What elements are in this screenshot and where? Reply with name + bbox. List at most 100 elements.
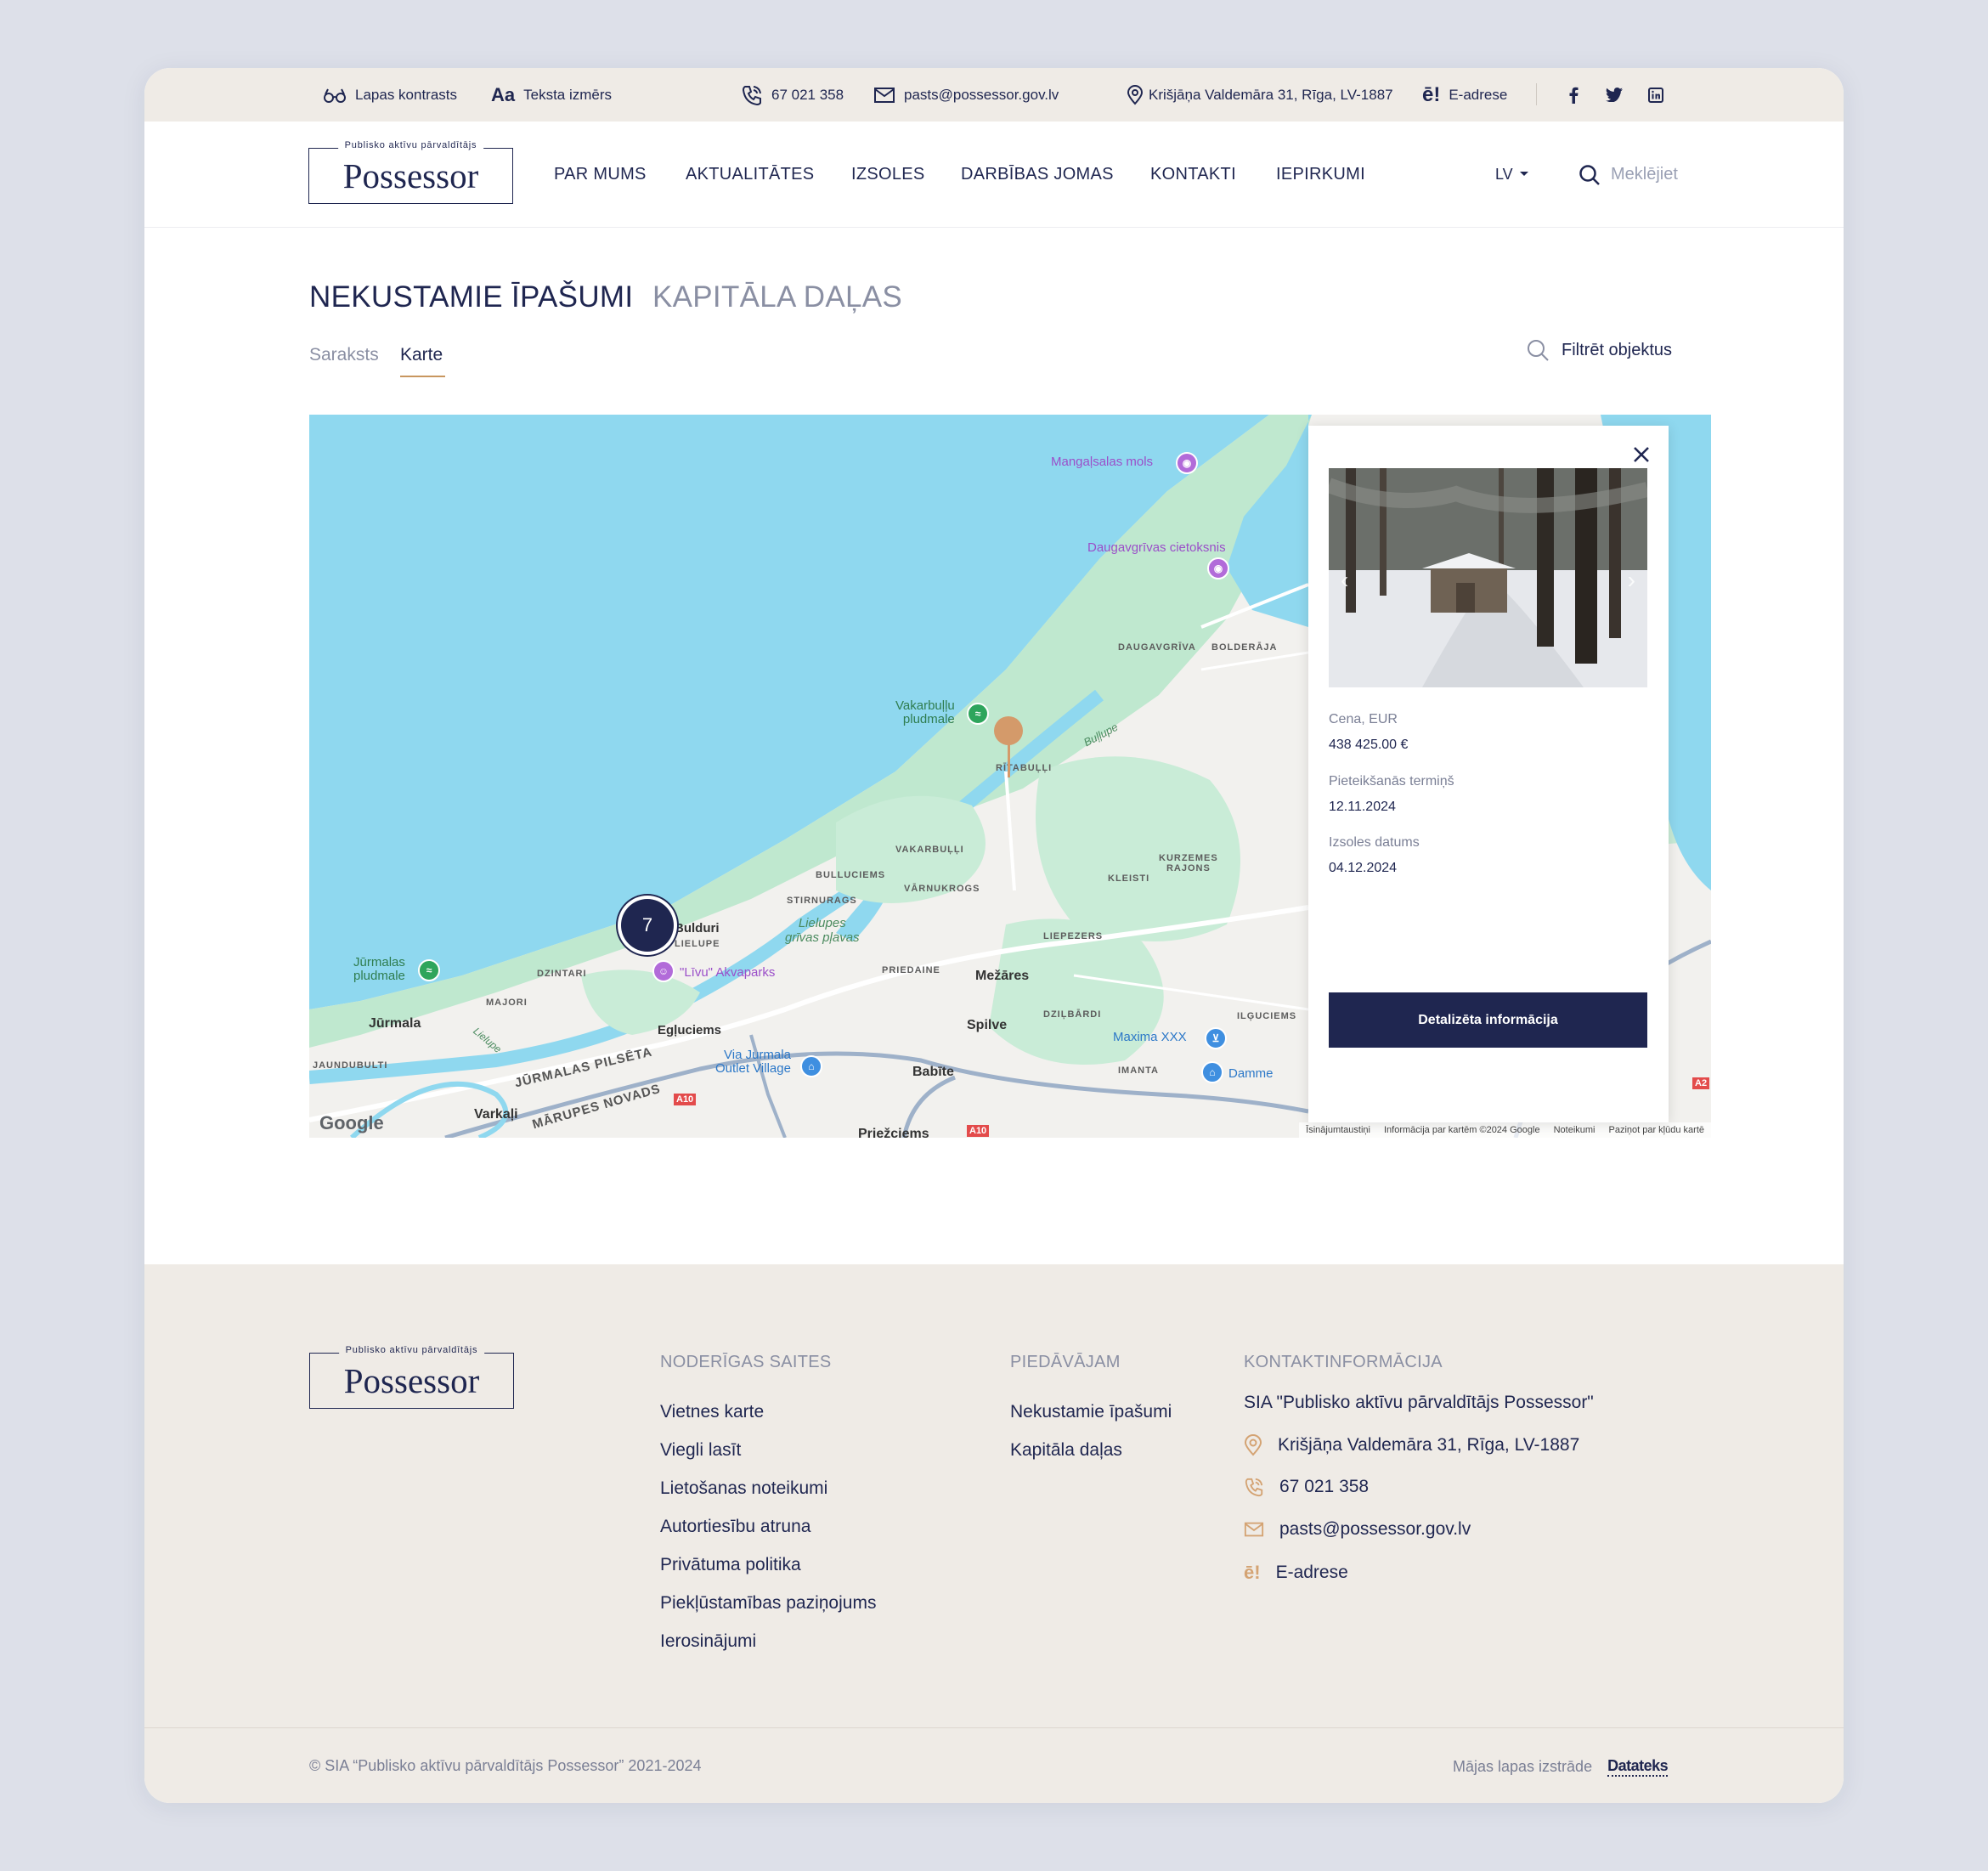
- text-size-toggle[interactable]: Aa Teksta izmērs: [491, 68, 612, 122]
- nav-par-mums[interactable]: PAR MUMS: [554, 122, 647, 228]
- footer-phone-text: 67 021 358: [1279, 1477, 1370, 1496]
- map-label-lielupe-area: LIELUPE: [675, 939, 720, 949]
- map-label-vakarbulli: VAKARBUĻĻI: [895, 845, 964, 855]
- footer-link-real-estate[interactable]: Nekustamie īpašumi: [1010, 1402, 1172, 1422]
- footer-logo[interactable]: Publisko aktīvu pārvaldītājs Possessor: [309, 1345, 514, 1409]
- chevron-right-icon[interactable]: ›: [1628, 567, 1635, 594]
- footer-link-sitemap[interactable]: Vietnes karte: [660, 1402, 764, 1422]
- map-label-priedaine: PRIEDAINE: [882, 965, 940, 975]
- location-pin-icon: [1244, 1434, 1262, 1456]
- map-label-varkali: Varkaļi: [474, 1107, 518, 1122]
- location-pin-icon: [1127, 84, 1144, 105]
- map-label-mangalsalas: Mangaļsalas mols: [1051, 455, 1154, 469]
- address-link[interactable]: Krišjāņa Valdemāra 31, Rīga, LV-1887: [1127, 68, 1393, 122]
- search-box[interactable]: Meklējiet: [1579, 122, 1678, 228]
- cart-poi-icon[interactable]: ⊻: [1205, 1027, 1227, 1049]
- language-label: LV: [1495, 166, 1513, 183]
- site-logo[interactable]: Publisko aktīvu pārvaldītājs Possessor: [308, 140, 513, 204]
- facebook-link[interactable]: [1568, 68, 1579, 122]
- facebook-icon: [1569, 87, 1579, 104]
- e-address-icon: ē!: [1244, 1562, 1261, 1583]
- shopping-poi-icon[interactable]: ⌂: [1201, 1061, 1223, 1083]
- map-label-daugavgriva: DAUGAVGRĪVA: [1118, 642, 1196, 653]
- footer-link-shares[interactable]: Kapitāla daļas: [1010, 1440, 1122, 1461]
- nav-kontakti[interactable]: KONTAKTI: [1150, 122, 1236, 228]
- useful-links-heading: NODERĪGAS SAITES: [660, 1353, 832, 1371]
- details-button[interactable]: Detalizēta informācija: [1329, 992, 1647, 1048]
- developer-link[interactable]: Datateks: [1607, 1757, 1669, 1777]
- linkedin-link[interactable]: [1648, 68, 1663, 122]
- water-park-poi-icon[interactable]: ☺: [652, 960, 675, 982]
- e-address-link[interactable]: ē! E-adrese: [1422, 68, 1507, 122]
- beach-poi-icon[interactable]: ≈: [418, 959, 440, 981]
- attribution-terms[interactable]: Noteikumi: [1554, 1125, 1595, 1135]
- map-label-majori: MAJORI: [486, 998, 528, 1008]
- map-label-bulluciems: BULLUCIEMS: [816, 870, 886, 880]
- address-text: Krišjāņa Valdemāra 31, Rīga, LV-1887: [1149, 86, 1393, 103]
- deadline-label: Pieteikšanās termiņš: [1329, 774, 1454, 789]
- nav-izsoles[interactable]: IZSOLES: [851, 122, 925, 228]
- property-cluster-marker[interactable]: 7: [621, 899, 674, 952]
- footer-link-privacy[interactable]: Privātuma politika: [660, 1555, 801, 1575]
- footer-link-suggestions[interactable]: Ierosinājumi: [660, 1631, 756, 1652]
- tab-kapitala-dalas[interactable]: KAPITĀLA DAĻAS: [652, 280, 902, 314]
- footer-e-address-text: E-adrese: [1275, 1563, 1348, 1582]
- map-view[interactable]: Mangaļsalas mols ◉ Daugavgrīvas cietoksn…: [309, 415, 1711, 1138]
- nav-darbibas-jomas[interactable]: DARBĪBAS JOMAS: [961, 122, 1114, 228]
- footer-e-address[interactable]: ē! E-adrese: [1244, 1562, 1348, 1584]
- attribution-report[interactable]: Paziņot par kļūdu kartē: [1608, 1125, 1704, 1135]
- shopping-poi-icon[interactable]: ⌂: [800, 1055, 822, 1077]
- footer-link-copyright[interactable]: Autortiesību atruna: [660, 1517, 810, 1537]
- footer-email[interactable]: pasts@possessor.gov.lv: [1244, 1519, 1471, 1540]
- attribution-shortcuts[interactable]: Īsinājumtaustiņi: [1306, 1125, 1370, 1135]
- footer-link-easy-read[interactable]: Viegli lasīt: [660, 1440, 741, 1461]
- language-selector[interactable]: LV: [1495, 122, 1528, 228]
- subtab-karte[interactable]: Karte: [400, 345, 443, 365]
- road-sign-a10: A10: [967, 1125, 990, 1137]
- search-icon: [1528, 340, 1549, 361]
- text-size-icon: Aa: [491, 83, 516, 105]
- footer-address[interactable]: Krišjāņa Valdemāra 31, Rīga, LV-1887: [1244, 1434, 1579, 1456]
- auction-date-value: 04.12.2024: [1329, 861, 1398, 875]
- tab-nekustamie-ipasumi[interactable]: NEKUSTAMIE ĪPAŠUMI: [309, 280, 633, 314]
- map-label-priezciems: Priežciems: [858, 1127, 929, 1138]
- logo-tagline: Publisko aktīvu pārvaldītājs: [338, 1345, 485, 1355]
- phone-link[interactable]: 67 021 358: [741, 68, 844, 122]
- beach-poi-icon[interactable]: ≈: [967, 703, 989, 725]
- site-header: Publisko aktīvu pārvaldītājs Possessor P…: [144, 122, 1844, 228]
- camera-poi-icon[interactable]: ◉: [1207, 557, 1229, 579]
- email-link[interactable]: pasts@possessor.gov.lv: [873, 68, 1059, 122]
- property-marker[interactable]: [994, 716, 1023, 745]
- map-label-spilve: Spilve: [967, 1018, 1008, 1032]
- search-icon: [1579, 164, 1600, 185]
- close-icon[interactable]: [1633, 446, 1650, 463]
- map-label-kurzemes-rajons: KURZEMES RAJONS: [1159, 853, 1218, 873]
- price-label: Cena, EUR: [1329, 712, 1398, 726]
- nav-iepirkumi[interactable]: IEPIRKUMI: [1276, 122, 1365, 228]
- map-attribution: Īsinājumtaustiņi Informācija par kartēm …: [1299, 1122, 1711, 1138]
- map-label-dzilbardi: DZIĻBĀRDI: [1043, 1009, 1102, 1020]
- made-by: Mājas lapas izstrāde Datateks: [1453, 1757, 1669, 1777]
- logo-name: Possessor: [343, 1361, 480, 1400]
- footer-link-terms[interactable]: Lietošanas noteikumi: [660, 1478, 827, 1499]
- footer-link-accessibility[interactable]: Piekļūstamības paziņojums: [660, 1593, 876, 1614]
- map-label-stirnurags: STIRNURAGS: [787, 896, 857, 906]
- twitter-link[interactable]: [1606, 68, 1623, 122]
- camera-poi-icon[interactable]: ◉: [1176, 452, 1198, 474]
- map-label-mezares: Mežāres: [975, 969, 1030, 983]
- nav-aktualitates[interactable]: AKTUALITĀTES: [686, 122, 814, 228]
- footer-phone[interactable]: 67 021 358: [1244, 1477, 1369, 1497]
- deadline-value: 12.11.2024: [1329, 800, 1396, 814]
- filter-objects-button[interactable]: Filtrēt objektus: [1526, 338, 1672, 362]
- logo-tagline: Publisko aktīvu pārvaldītājs: [337, 140, 484, 150]
- contrast-toggle[interactable]: Lapas kontrasts: [323, 68, 457, 122]
- subtab-saraksts[interactable]: Saraksts: [309, 345, 379, 365]
- map-label-damme: Damme: [1228, 1066, 1274, 1081]
- map-label-via-jurmala: Via Jurmala Outlet Village: [715, 1048, 791, 1076]
- chevron-left-icon[interactable]: ‹: [1341, 567, 1348, 594]
- footer-email-text: pasts@possessor.gov.lv: [1279, 1519, 1471, 1539]
- map-label-kleisti: KLEISTI: [1108, 873, 1150, 884]
- contact-heading: KONTAKTINFORMĀCIJA: [1244, 1353, 1443, 1371]
- search-input[interactable]: Meklējiet: [1611, 165, 1678, 184]
- google-logo: Google: [319, 1112, 384, 1133]
